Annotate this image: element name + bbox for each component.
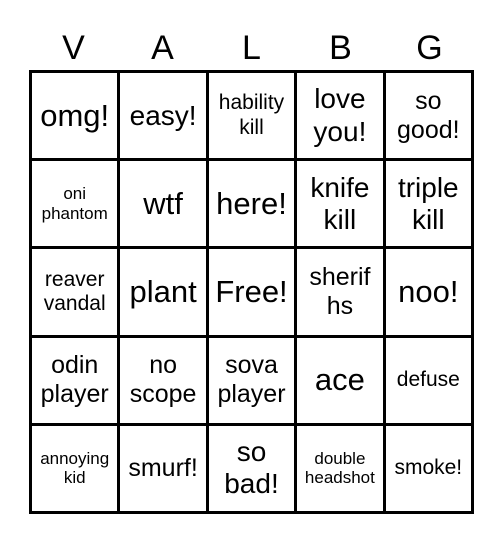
bingo-cell[interactable]: oni phantom (32, 161, 118, 247)
bingo-cell[interactable]: easy! (120, 73, 206, 159)
header-letter-a: A (151, 29, 174, 67)
bingo-cell[interactable]: no scope (120, 337, 206, 423)
bingo-cell[interactable]: noo! (385, 249, 471, 335)
bingo-header: V A L B G (29, 26, 474, 70)
bingo-cell[interactable]: so bad! (208, 425, 295, 511)
bingo-free-cell[interactable]: Free! (208, 249, 295, 335)
bingo-cell[interactable]: annoying kid (32, 425, 118, 511)
bingo-cell[interactable]: triple kill (385, 161, 471, 247)
bingo-cell[interactable]: defuse (385, 337, 471, 423)
bingo-cell[interactable]: smoke! (385, 425, 471, 511)
bingo-cell[interactable]: hability kill (208, 73, 295, 159)
bingo-grid: omg! easy! hability kill love you! so go… (29, 70, 474, 514)
bingo-cell[interactable]: wtf (120, 161, 206, 247)
bingo-cell[interactable]: omg! (32, 73, 118, 159)
bingo-cell[interactable]: sherif hs (297, 249, 383, 335)
header-letter-v: V (62, 29, 85, 67)
header-letter-l: L (242, 29, 261, 67)
bingo-cell[interactable]: double headshot (297, 425, 383, 511)
bingo-cell[interactable]: knife kill (297, 161, 383, 247)
bingo-cell[interactable]: odin player (32, 337, 118, 423)
bingo-cell[interactable]: sova player (208, 337, 295, 423)
header-letter-g: G (416, 29, 443, 67)
bingo-cell[interactable]: here! (208, 161, 295, 247)
bingo-cell[interactable]: ace (297, 337, 383, 423)
bingo-cell[interactable]: love you! (297, 73, 383, 159)
bingo-cell[interactable]: plant (120, 249, 206, 335)
header-letter-b: B (329, 29, 352, 67)
bingo-cell[interactable]: so good! (385, 73, 471, 159)
bingo-cell[interactable]: reaver vandal (32, 249, 118, 335)
bingo-cell[interactable]: smurf! (120, 425, 206, 511)
